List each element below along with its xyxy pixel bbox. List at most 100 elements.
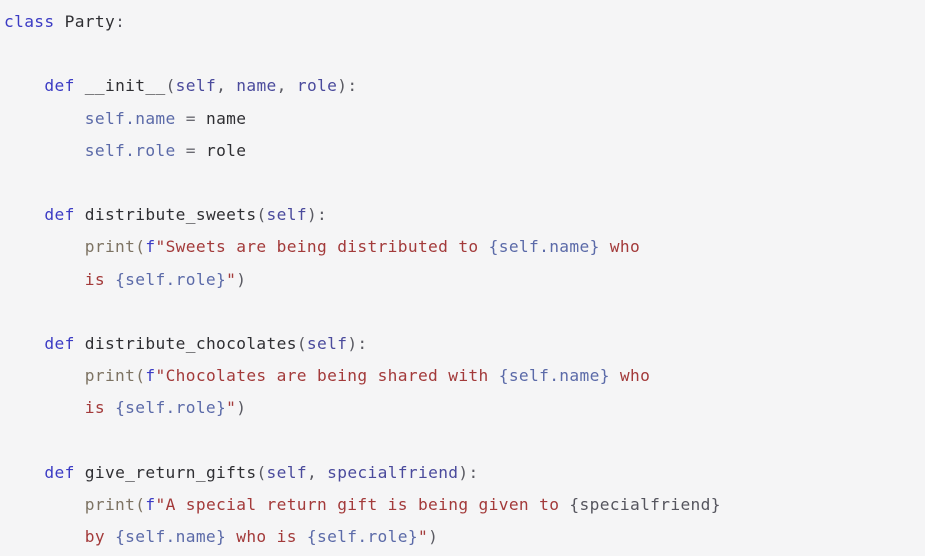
code-token: ( (256, 205, 267, 225)
code-token: ) (236, 269, 247, 289)
code-token: self.name (84, 108, 176, 128)
code-token: " (417, 527, 429, 546)
code-snippet-surface: class Party: def __init__(self, name, ro… (0, 0, 925, 556)
code-token: {self.role} (306, 527, 418, 546)
code-token: self (175, 76, 217, 96)
code-token: "A special return gift is being given to (155, 494, 570, 514)
code-token: " (226, 269, 237, 289)
code-token: = (185, 108, 196, 128)
code-token: Party (64, 12, 116, 31)
code-token: = (185, 140, 196, 160)
code-token: ) (428, 527, 439, 546)
code-token: distribute_chocolates (84, 333, 297, 353)
code-token: name (236, 76, 277, 96)
code-token: , (306, 462, 328, 482)
code-token: print (84, 237, 136, 257)
code-token: def (44, 333, 75, 353)
code-token: give_return_gifts (84, 462, 257, 482)
code-token: who (599, 237, 641, 257)
code-token: ): (347, 333, 368, 353)
code-token: who is (226, 527, 307, 546)
code-token: f (145, 366, 156, 386)
code-line: by {self.name} who is {self.role}") (4, 521, 925, 553)
code-line: print(f"A special return gift is being g… (4, 489, 925, 521)
code-token: who (609, 366, 651, 386)
code-line: class Party: (4, 6, 925, 38)
code-token: ( (135, 366, 146, 386)
code-line: print(f"Chocolates are being shared with… (4, 360, 925, 392)
code-token: role (205, 140, 247, 160)
code-token: print (84, 366, 136, 386)
code-token: , (276, 76, 297, 96)
code-token: ( (135, 494, 146, 514)
code-token: def (44, 76, 75, 96)
code-token: {self.role} (115, 269, 227, 289)
code-token: __init__ (84, 76, 166, 96)
code-token: name (205, 108, 247, 128)
code-token: self (266, 205, 307, 225)
code-token: ( (256, 462, 267, 482)
code-token: ): (337, 76, 358, 96)
code-token: {self.name} (498, 366, 610, 386)
code-token: "Sweets are being distributed to (155, 237, 489, 257)
code-token: def (44, 205, 75, 225)
code-token: is (84, 398, 116, 418)
code-line: def distribute_chocolates(self): (4, 328, 925, 360)
code-token: " (226, 398, 237, 418)
code-line: is {self.role}") (4, 264, 925, 296)
code-token: role (296, 76, 338, 96)
code-token: ) (236, 398, 247, 418)
code-token: class (4, 12, 55, 31)
code-line: is {self.role}") (4, 392, 925, 424)
code-token: self (306, 333, 348, 353)
code-token: ): (306, 205, 328, 225)
code-token: ( (296, 333, 307, 353)
code-token: , (216, 76, 237, 96)
code-token: {self.name} (115, 527, 227, 546)
code-line: print(f"Sweets are being distributed to … (4, 231, 925, 263)
code-token: is (84, 269, 116, 289)
code-line: self.name = name (4, 103, 925, 135)
code-token: "Chocolates are being shared with (155, 366, 499, 386)
code-token: print (84, 494, 136, 514)
code-token: ( (135, 237, 146, 257)
code-token: ): (458, 462, 479, 482)
python-code-block[interactable]: class Party: def __init__(self, name, ro… (0, 6, 925, 553)
code-line: self.role = role (4, 135, 925, 167)
code-token: by (84, 527, 116, 546)
code-token: distribute_sweets (84, 205, 257, 225)
code-token: self (266, 462, 307, 482)
code-line: def give_return_gifts(self, specialfrien… (4, 457, 925, 489)
code-token: {specialfriend} (569, 494, 721, 514)
code-line: def __init__(self, name, role): (4, 70, 925, 102)
code-line: def distribute_sweets(self): (4, 199, 925, 231)
code-token: specialfriend (327, 462, 459, 482)
code-token: f (145, 494, 156, 514)
code-token: def (44, 462, 75, 482)
code-token: self.role (84, 140, 176, 160)
code-token: ( (165, 76, 176, 96)
